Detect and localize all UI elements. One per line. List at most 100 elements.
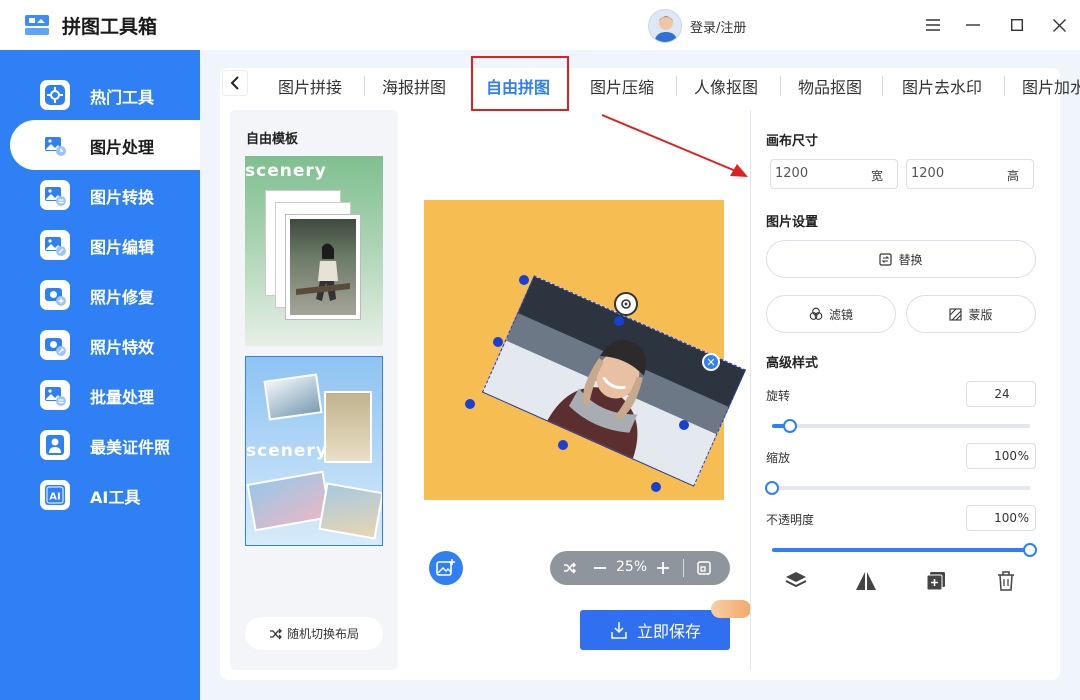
delete-photo-icon[interactable]: ✕ bbox=[702, 353, 720, 371]
tab-separator bbox=[676, 76, 677, 96]
add-image-button[interactable] bbox=[429, 551, 463, 585]
tab-separator bbox=[780, 76, 781, 96]
resize-handle[interactable] bbox=[651, 482, 661, 492]
sidebar-item-label: 最美证件照 bbox=[90, 438, 171, 457]
duplicate-icon[interactable] bbox=[923, 568, 949, 594]
canvas-height-field[interactable]: 1200 高 bbox=[906, 159, 1034, 189]
scale-label: 缩放 bbox=[766, 451, 791, 465]
opacity-label: 不透明度 bbox=[766, 513, 815, 527]
sidebar-item-batch[interactable]: 批量处理 bbox=[10, 370, 200, 420]
template-section-title: 自由模板 bbox=[246, 132, 299, 147]
slider-fill bbox=[772, 548, 1030, 552]
sidebar-item-label: AI工具 bbox=[90, 488, 141, 507]
sidebar-item-id-photo[interactable]: 最美证件照 bbox=[10, 420, 200, 470]
id-photo-icon bbox=[40, 430, 70, 460]
resize-handle[interactable] bbox=[558, 440, 568, 450]
slider-thumb[interactable] bbox=[1023, 543, 1037, 557]
app-logo-icon bbox=[24, 14, 50, 36]
opacity-slider[interactable] bbox=[772, 543, 1037, 557]
resize-handle[interactable] bbox=[465, 399, 475, 409]
scale-slider[interactable] bbox=[765, 481, 1030, 495]
app-title: 拼图工具箱 bbox=[62, 16, 158, 38]
shuffle-icon bbox=[269, 628, 282, 639]
opacity-unit: % bbox=[1017, 511, 1029, 525]
svg-text:AI: AI bbox=[49, 492, 60, 503]
replace-button[interactable]: 替换 bbox=[766, 240, 1036, 278]
layers-icon[interactable] bbox=[783, 568, 809, 594]
camera-effect-icon bbox=[40, 330, 70, 360]
opacity-input[interactable]: 100 % bbox=[966, 505, 1036, 531]
rotate-handle-icon[interactable] bbox=[614, 292, 638, 316]
rotate-label: 旋转 bbox=[766, 389, 791, 403]
mask-label: 蒙版 bbox=[968, 307, 993, 322]
canvas-width-unit: 宽 bbox=[870, 169, 883, 183]
tab-image-compress[interactable]: 图片压缩 bbox=[590, 74, 654, 98]
tab-separator bbox=[1004, 76, 1005, 96]
tabs-back-button[interactable] bbox=[222, 70, 248, 96]
random-layout-label: 随机切换布局 bbox=[286, 627, 359, 641]
resize-handle[interactable] bbox=[679, 420, 689, 430]
tab-bar: 图片拼接 海报拼图 自由拼图 图片压缩 人像抠图 物品抠图 图片去水印 图片加水 bbox=[262, 58, 1080, 110]
slider-thumb[interactable] bbox=[783, 419, 798, 433]
fit-screen-icon[interactable] bbox=[692, 551, 716, 585]
sidebar-item-photo-effects[interactable]: 照片特效 bbox=[10, 320, 200, 370]
filter-button[interactable]: 滤镜 bbox=[766, 295, 896, 333]
add-image-icon bbox=[436, 559, 455, 576]
zoom-out-icon[interactable] bbox=[590, 551, 610, 585]
sidebar-item-hot-tools[interactable]: 热门工具 bbox=[10, 70, 200, 120]
canvas-width-value: 1200 bbox=[775, 166, 809, 181]
save-button[interactable]: 立即保存 bbox=[580, 610, 730, 650]
gear-tools-icon bbox=[40, 80, 70, 110]
slider-thumb[interactable] bbox=[765, 481, 779, 495]
image-settings-title: 图片设置 bbox=[766, 215, 819, 230]
canvas-width-field[interactable]: 1200 宽 bbox=[770, 159, 898, 189]
tab-poster-collage[interactable]: 海报拼图 bbox=[382, 74, 446, 98]
sidebar-item-ai-tools[interactable]: AI AI工具 bbox=[10, 470, 200, 520]
resize-handle[interactable] bbox=[614, 316, 624, 326]
image-edit-icon bbox=[40, 230, 70, 260]
camera-repair-icon bbox=[40, 280, 70, 310]
zoom-in-icon[interactable] bbox=[652, 551, 674, 585]
tab-remove-watermark[interactable]: 图片去水印 bbox=[902, 74, 982, 98]
save-label: 立即保存 bbox=[636, 622, 701, 641]
template-photo bbox=[318, 482, 382, 540]
active-tab-highlight bbox=[471, 56, 569, 111]
template-card-scattered[interactable]: scenery bbox=[245, 356, 383, 546]
close-icon[interactable] bbox=[1044, 10, 1074, 40]
rotate-slider[interactable] bbox=[772, 419, 1030, 433]
template-card-stack[interactable]: scenery bbox=[245, 156, 383, 346]
tab-object-cutout[interactable]: 物品抠图 bbox=[798, 74, 862, 98]
sidebar-item-label: 图片处理 bbox=[90, 138, 155, 157]
rotate-input[interactable]: 24 bbox=[966, 381, 1036, 407]
sidebar-item-image-process[interactable]: 图片处理 bbox=[10, 120, 200, 170]
tab-image-stitch[interactable]: 图片拼接 bbox=[278, 74, 342, 98]
login-button[interactable]: 登录/注册 bbox=[648, 9, 746, 43]
tab-add-watermark[interactable]: 图片加水 bbox=[1022, 74, 1080, 98]
menu-icon[interactable] bbox=[918, 10, 948, 40]
sidebar-item-photo-repair[interactable]: 照片修复 bbox=[10, 270, 200, 320]
scale-input[interactable]: 100 % bbox=[966, 443, 1036, 469]
sidebar-item-image-edit[interactable]: 图片编辑 bbox=[10, 220, 200, 270]
flip-icon[interactable] bbox=[853, 568, 879, 594]
canvas-height-unit: 高 bbox=[1006, 169, 1019, 183]
delete-icon[interactable] bbox=[993, 568, 1019, 594]
filter-icon bbox=[809, 307, 823, 321]
shuffle-icon[interactable] bbox=[558, 551, 582, 585]
template-photo bbox=[290, 219, 356, 315]
zoom-toolbar: 25% bbox=[550, 551, 730, 585]
template-photo bbox=[324, 391, 372, 463]
resize-handle[interactable] bbox=[519, 275, 529, 285]
annotation-arrow-icon bbox=[601, 114, 748, 177]
resize-handle[interactable] bbox=[493, 337, 503, 347]
toolbar-separator bbox=[683, 559, 684, 577]
minimize-icon[interactable] bbox=[958, 10, 988, 40]
maximize-icon[interactable] bbox=[1002, 10, 1032, 40]
mask-button[interactable]: 蒙版 bbox=[906, 295, 1036, 333]
sidebar-item-label: 照片修复 bbox=[90, 288, 155, 307]
sidebar-item-image-convert[interactable]: 图片转换 bbox=[10, 170, 200, 220]
tab-portrait-cutout[interactable]: 人像抠图 bbox=[694, 74, 758, 98]
vip-badge bbox=[711, 600, 751, 618]
photo-frame bbox=[285, 214, 361, 320]
tab-separator bbox=[882, 76, 883, 96]
random-layout-button[interactable]: 随机切换布局 bbox=[245, 617, 383, 650]
